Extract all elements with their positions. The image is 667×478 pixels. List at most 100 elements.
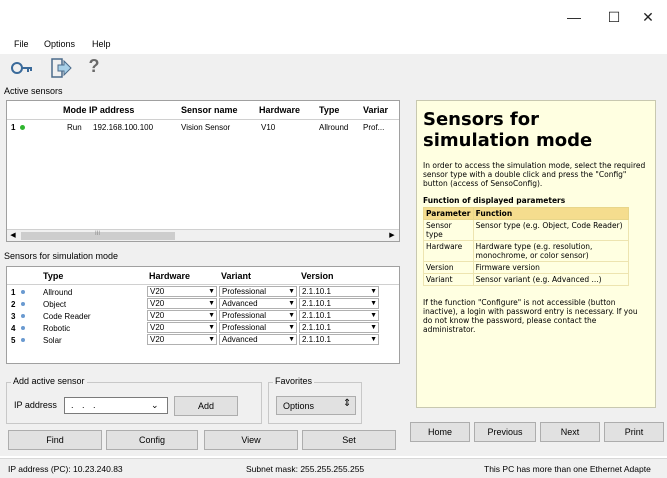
spinner-icon: ⇕ bbox=[343, 398, 352, 409]
dropdown-arrow-icon[interactable]: ▼ bbox=[208, 299, 215, 308]
variant-dropdown[interactable]: Professional ▼ bbox=[219, 286, 297, 297]
parameter-row: Version Firmware version bbox=[423, 261, 630, 274]
menu-options[interactable]: Options bbox=[44, 39, 75, 49]
dropdown-arrow-icon[interactable]: ▼ bbox=[288, 311, 295, 320]
cell-sensor-name: Vision Sensor bbox=[181, 123, 231, 132]
col-variant[interactable]: Variant bbox=[221, 271, 251, 281]
close-button[interactable]: ✕ bbox=[630, 4, 666, 30]
parameter-table: Parameter Function Sensor type Sensor typ… bbox=[423, 207, 630, 286]
table-row[interactable]: 4 Robotic V20 ▼ Professional ▼ 2.1.10.1 ▼ bbox=[7, 322, 399, 334]
variant-value: Professional bbox=[222, 287, 267, 296]
active-sensors-table[interactable]: Mode IP address Sensor name Hardware Typ… bbox=[6, 100, 400, 242]
print-button[interactable]: Print bbox=[604, 422, 664, 442]
hardware-dropdown[interactable]: V20 ▼ bbox=[147, 334, 217, 345]
version-dropdown[interactable]: 2.1.10.1 ▼ bbox=[299, 298, 379, 309]
dropdown-arrow-icon[interactable]: ▼ bbox=[208, 287, 215, 296]
parameter-table-header: Parameter Function bbox=[423, 207, 630, 220]
col-hardware[interactable]: Hardware bbox=[149, 271, 190, 281]
home-button[interactable]: Home bbox=[410, 422, 470, 442]
hardware-dropdown[interactable]: V20 ▼ bbox=[147, 286, 217, 297]
param-function: Firmware version bbox=[472, 261, 630, 274]
col-sensor-name[interactable]: Sensor name bbox=[181, 105, 238, 115]
previous-button[interactable]: Previous bbox=[474, 422, 536, 442]
scroll-left-icon[interactable]: ◀ bbox=[8, 231, 18, 241]
ip-address-input[interactable]: . . . ⌄ bbox=[64, 397, 168, 414]
find-button[interactable]: Find bbox=[8, 430, 102, 450]
variant-dropdown[interactable]: Advanced ▼ bbox=[219, 334, 297, 345]
minimize-button[interactable]: — bbox=[556, 4, 592, 30]
variant-dropdown[interactable]: Professional ▼ bbox=[219, 310, 297, 321]
col-variant[interactable]: Variar bbox=[363, 105, 388, 115]
dropdown-arrow-icon[interactable]: ▼ bbox=[370, 311, 377, 320]
version-dropdown[interactable]: 2.1.10.1 ▼ bbox=[299, 286, 379, 297]
add-button[interactable]: Add bbox=[174, 396, 238, 416]
cell-variant: Prof... bbox=[363, 123, 385, 132]
menu-help[interactable]: Help bbox=[92, 39, 111, 49]
dropdown-arrow-icon[interactable]: ▼ bbox=[208, 335, 215, 344]
parameter-row: Variant Sensor variant (e.g. Advanced ...… bbox=[423, 273, 630, 286]
favorites-group-title: Favorites bbox=[273, 376, 315, 386]
dropdown-arrow-icon[interactable]: ▼ bbox=[288, 335, 295, 344]
help-title: Sensors for simulation mode bbox=[423, 109, 593, 151]
ip-address-value: . . . bbox=[71, 400, 99, 410]
dropdown-arrow-icon[interactable]: ▼ bbox=[288, 287, 295, 296]
next-button[interactable]: Next bbox=[540, 422, 600, 442]
param-function: Hardware type (e.g. resolution, monochro… bbox=[472, 240, 630, 262]
hardware-dropdown[interactable]: V20 ▼ bbox=[147, 310, 217, 321]
help-icon[interactable]: ? bbox=[84, 56, 104, 80]
status-dot-icon bbox=[21, 326, 25, 330]
scroll-grip: III bbox=[95, 231, 101, 237]
version-dropdown[interactable]: 2.1.10.1 ▼ bbox=[299, 322, 379, 333]
view-button[interactable]: View bbox=[204, 430, 298, 450]
cell-type: Object bbox=[43, 300, 67, 309]
col-version[interactable]: Version bbox=[301, 271, 334, 281]
dropdown-arrow-icon[interactable]: ▼ bbox=[370, 287, 377, 296]
dropdown-arrow-icon[interactable]: ▼ bbox=[208, 323, 215, 332]
col-type[interactable]: Type bbox=[43, 271, 63, 281]
variant-dropdown[interactable]: Professional ▼ bbox=[219, 322, 297, 333]
simulation-sensors-table[interactable]: Type Hardware Variant Version 1 Allround V… bbox=[6, 266, 400, 364]
table-row[interactable]: 2 Object V20 ▼ Advanced ▼ 2.1.10.1 ▼ bbox=[7, 298, 399, 310]
maximize-button[interactable]: ☐ bbox=[596, 4, 632, 30]
hardware-value: V20 bbox=[150, 311, 165, 320]
hardware-dropdown[interactable]: V20 ▼ bbox=[147, 322, 217, 333]
col-type[interactable]: Type bbox=[319, 105, 339, 115]
col-mode[interactable]: Mode bbox=[63, 105, 87, 115]
table-row[interactable]: 3 Code Reader V20 ▼ Professional ▼ 2.1.10.1 ▼ bbox=[7, 310, 399, 322]
favorites-select[interactable]: Options ⇕ bbox=[276, 396, 356, 415]
ip-address-label: IP address bbox=[14, 400, 57, 410]
dropdown-arrow-icon[interactable]: ▼ bbox=[288, 299, 295, 308]
cell-mode: Run bbox=[67, 123, 82, 132]
dropdown-arrow-icon[interactable]: ▼ bbox=[208, 311, 215, 320]
hardware-dropdown[interactable]: V20 ▼ bbox=[147, 298, 217, 309]
menu-file[interactable]: File bbox=[14, 39, 29, 49]
dropdown-arrow-icon[interactable]: ▼ bbox=[370, 323, 377, 332]
dropdown-arrow-icon[interactable]: ▼ bbox=[288, 323, 295, 332]
parameter-row: Sensor type Sensor type (e.g. Object, Cod… bbox=[423, 219, 630, 241]
dropdown-arrow-icon[interactable]: ▼ bbox=[370, 299, 377, 308]
scroll-right-icon[interactable]: ▶ bbox=[387, 231, 397, 241]
chevron-down-icon[interactable]: ⌄ bbox=[151, 400, 159, 411]
table-row[interactable]: 1 Run 192.168.100.100 Vision Sensor V10 … bbox=[7, 121, 399, 135]
export-icon[interactable] bbox=[50, 57, 72, 79]
status-dot-icon bbox=[21, 290, 25, 294]
version-dropdown[interactable]: 2.1.10.1 ▼ bbox=[299, 310, 379, 321]
hardware-value: V20 bbox=[150, 335, 165, 344]
status-message: This PC has more than one Ethernet Adapt… bbox=[484, 464, 651, 474]
table-row[interactable]: 1 Allround V20 ▼ Professional ▼ 2.1.10.1 ▼ bbox=[7, 286, 399, 298]
col-ip-address[interactable]: IP address bbox=[89, 105, 134, 115]
row-number: 4 bbox=[11, 324, 16, 333]
cell-type: Solar bbox=[43, 336, 62, 345]
key-icon[interactable] bbox=[10, 60, 34, 76]
version-dropdown[interactable]: 2.1.10.1 ▼ bbox=[299, 334, 379, 345]
add-sensor-group-title: Add active sensor bbox=[11, 376, 87, 386]
set-button[interactable]: Set bbox=[302, 430, 396, 450]
status-dot-icon bbox=[21, 338, 25, 342]
table-row[interactable]: 5 Solar V20 ▼ Advanced ▼ 2.1.10.1 ▼ bbox=[7, 334, 399, 346]
col-hardware[interactable]: Hardware bbox=[259, 105, 300, 115]
row-number: 3 bbox=[11, 312, 16, 321]
config-button[interactable]: Config bbox=[106, 430, 198, 450]
variant-dropdown[interactable]: Advanced ▼ bbox=[219, 298, 297, 309]
horizontal-scrollbar[interactable]: ◀ III ▶ bbox=[7, 229, 399, 241]
dropdown-arrow-icon[interactable]: ▼ bbox=[370, 335, 377, 344]
